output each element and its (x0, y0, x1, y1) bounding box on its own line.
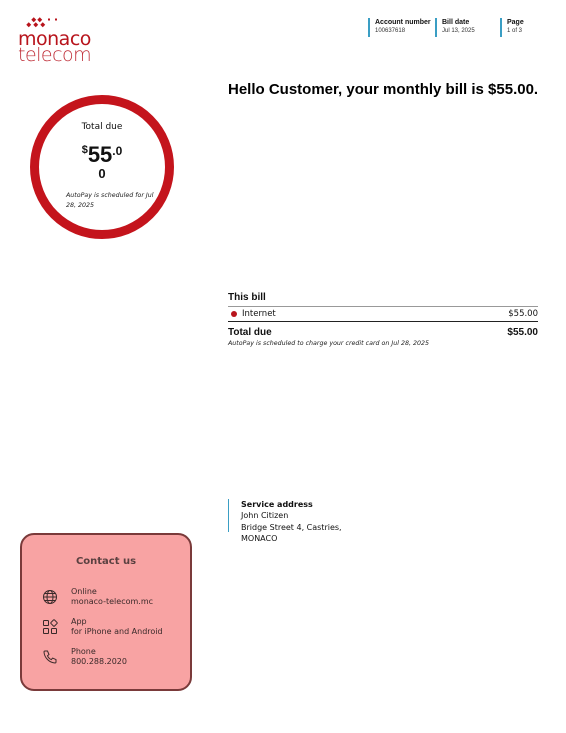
contact-us-box: Contact us Online monaco-telecom.mc App … (20, 533, 192, 691)
app-grid-icon (43, 619, 58, 634)
contact-phone-number[interactable]: 800.288.2020 (71, 657, 127, 667)
globe-icon (43, 590, 57, 604)
bill-item-amount: $55.00 (508, 309, 538, 319)
bill-total-row: Total due $55.00 (228, 327, 538, 338)
phone-icon (43, 650, 57, 664)
contact-app-label: App (71, 617, 87, 626)
account-number-label: Account number (375, 19, 431, 26)
this-bill-section: This bill Internet $55.00 Total due $55.… (228, 292, 538, 347)
contact-online-item[interactable]: Online monaco-telecom.mc (42, 587, 182, 613)
autopay-circle-note: AutoPay is scheduled for Jul 28, 2025 (66, 192, 154, 209)
amount-extra-digit: 0 (98, 166, 106, 181)
bill-line-item: Internet $55.00 (228, 307, 538, 322)
page-value: 1 of 3 (507, 28, 523, 34)
total-due-circle: Total due $55.0 0 AutoPay is scheduled f… (30, 95, 174, 239)
contact-online-label: Online (71, 587, 97, 596)
service-address-label: Service address (241, 500, 313, 509)
contact-us-title: Contact us (75, 556, 137, 567)
total-due-circle-label: Total due (81, 122, 123, 132)
logo-word-telecom: telecom (18, 44, 92, 66)
contact-app-item[interactable]: App for iPhone and Android (42, 617, 182, 643)
brand-logo: monaco telecom (18, 16, 108, 66)
this-bill-title: This bill (228, 292, 538, 307)
total-due-circle-amount: $55.0 (39, 142, 165, 168)
page-label: Page (507, 19, 524, 26)
amount-cents: .0 (112, 144, 123, 158)
contact-app-detail: for iPhone and Android (71, 627, 163, 636)
service-address-line: Bridge Street 4, Castries, (241, 522, 342, 532)
page-block: Page 1 of 3 (500, 18, 524, 37)
bill-item-name: Internet (242, 309, 276, 319)
account-number-value: 100637618 (375, 28, 406, 34)
bullet-icon (231, 311, 237, 317)
bill-date-value: Jul 13, 2025 (442, 28, 475, 34)
autopay-note: AutoPay is scheduled to charge your cred… (228, 340, 430, 347)
bill-total-amount: $55.00 (507, 327, 538, 338)
bill-headline: Hello Customer, your monthly bill is $55… (228, 81, 539, 98)
bill-total-label: Total due (228, 327, 272, 338)
contact-phone-item[interactable]: Phone 800.288.2020 (42, 647, 182, 673)
amount-whole: 55 (87, 142, 113, 167)
service-address-block: Service address John Citizen Bridge Stre… (228, 499, 342, 543)
account-number-block: Account number 100637618 (368, 18, 431, 37)
bill-date-block: Bill date Jul 13, 2025 (435, 18, 475, 37)
service-address-line: MONACO (241, 534, 278, 543)
bill-date-label: Bill date (442, 19, 470, 26)
service-address-line: John Citizen (241, 511, 289, 520)
contact-phone-label: Phone (71, 647, 96, 656)
contact-online-link[interactable]: monaco-telecom.mc (71, 597, 153, 607)
